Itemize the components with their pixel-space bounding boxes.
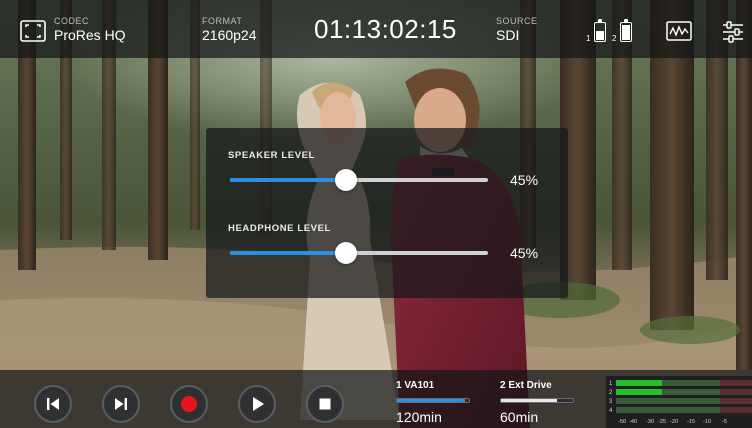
- battery-2-number: 2: [612, 34, 617, 43]
- play-icon: [253, 397, 264, 411]
- status-bar: CODEC ProRes HQ FORMAT 2160p24 01:13:02:…: [0, 0, 752, 58]
- meter-channel-1-level: [616, 380, 662, 386]
- media-slot-2-fill: [501, 399, 558, 402]
- audio-meters[interactable]: 1 2 3 4 -50 -40 -30 -25 -20 -15 -10 -5: [606, 376, 752, 428]
- speaker-level-slider[interactable]: [230, 169, 488, 191]
- codec-field[interactable]: CODEC ProRes HQ: [54, 16, 126, 43]
- media-slot-2[interactable]: 2 Ext Drive 60min: [500, 380, 574, 425]
- stop-icon: [319, 398, 331, 410]
- audio-level-panel: SPEAKER LEVEL 45% HEADPHONE LEVEL 45%: [206, 128, 568, 298]
- meter-channel-4-track: [616, 407, 720, 413]
- media-slot-1-bar: [396, 398, 470, 403]
- source-value: SDI: [496, 27, 520, 43]
- battery-1-level: [596, 31, 604, 40]
- headphone-level-label: HEADPHONE LEVEL: [228, 223, 331, 234]
- speaker-level-handle[interactable]: [335, 169, 358, 191]
- media-slot-1-fill: [397, 399, 466, 402]
- skip-forward-button[interactable]: [102, 385, 140, 423]
- meter-channel-2-level: [616, 389, 662, 395]
- media-slot-1[interactable]: 1 VA101 120min: [396, 380, 470, 425]
- meter-scale-label: -50: [618, 419, 626, 425]
- headphone-level-fill: [230, 251, 347, 255]
- meter-channel-4-peak-zone: [720, 407, 752, 413]
- meter-scale-label: -40: [629, 419, 637, 425]
- battery-2-icon: [620, 19, 632, 42]
- media-slot-1-name: 1 VA101: [396, 380, 435, 391]
- speaker-level-value: 45%: [510, 172, 539, 188]
- media-slot-2-time: 60min: [500, 409, 539, 425]
- meter-channel-3: 3: [609, 398, 752, 405]
- meter-channel-1-track: [662, 380, 720, 386]
- speaker-level-track[interactable]: [230, 178, 488, 182]
- battery-1-number: 1: [586, 34, 591, 43]
- stop-button[interactable]: [306, 385, 344, 423]
- frame-guides-icon[interactable]: [20, 20, 46, 42]
- media-slot-1-time: 120min: [396, 409, 442, 425]
- settings-sliders-icon[interactable]: [722, 20, 744, 44]
- source-field[interactable]: SOURCE SDI: [496, 16, 538, 43]
- meter-scale-label: -20: [670, 419, 678, 425]
- headphone-level-handle[interactable]: [335, 242, 358, 264]
- headphone-level-slider[interactable]: [230, 242, 488, 264]
- meter-scale-label: -25: [658, 419, 666, 425]
- meter-scale-label: -15: [687, 419, 695, 425]
- record-icon: [181, 396, 197, 412]
- meter-scale: -50 -40 -30 -25 -20 -15 -10 -5: [618, 419, 727, 425]
- meter-scale-label: -30: [646, 419, 654, 425]
- headphone-level-track[interactable]: [230, 251, 488, 255]
- battery-2-level: [622, 24, 630, 40]
- format-label: FORMAT: [202, 16, 243, 26]
- meter-channel-2-track: [662, 389, 720, 395]
- speaker-level-label: SPEAKER LEVEL: [228, 150, 315, 161]
- meter-channel-3-peak-zone: [720, 398, 752, 404]
- scopes-icon[interactable]: [666, 21, 692, 41]
- skip-back-icon: [47, 398, 59, 410]
- media-slot-2-name: 2 Ext Drive: [500, 380, 552, 391]
- codec-label: CODEC: [54, 16, 90, 26]
- timecode[interactable]: 01:13:02:15: [314, 14, 466, 45]
- meter-scale-label: -5: [722, 419, 727, 425]
- meter-scale-label: -10: [703, 419, 711, 425]
- headphone-level-value: 45%: [510, 245, 539, 261]
- media-slot-2-bar: [500, 398, 574, 403]
- meter-channel-3-track: [616, 398, 720, 404]
- codec-value: ProRes HQ: [54, 27, 126, 43]
- play-button[interactable]: [238, 385, 276, 423]
- meter-channel-2: 2: [609, 389, 752, 396]
- meter-channel-1-peak-zone: [720, 380, 752, 386]
- skip-forward-icon: [115, 398, 127, 410]
- format-field[interactable]: FORMAT 2160p24: [202, 16, 257, 43]
- format-value: 2160p24: [202, 27, 257, 43]
- record-button[interactable]: [170, 385, 208, 423]
- meter-channel-1: 1: [609, 380, 752, 387]
- battery-1-icon: [594, 19, 606, 42]
- speaker-level-fill: [230, 178, 347, 182]
- meter-channel-2-peak-zone: [720, 389, 752, 395]
- meter-channel-4: 4: [609, 407, 752, 414]
- source-label: SOURCE: [496, 16, 538, 26]
- skip-back-button[interactable]: [34, 385, 72, 423]
